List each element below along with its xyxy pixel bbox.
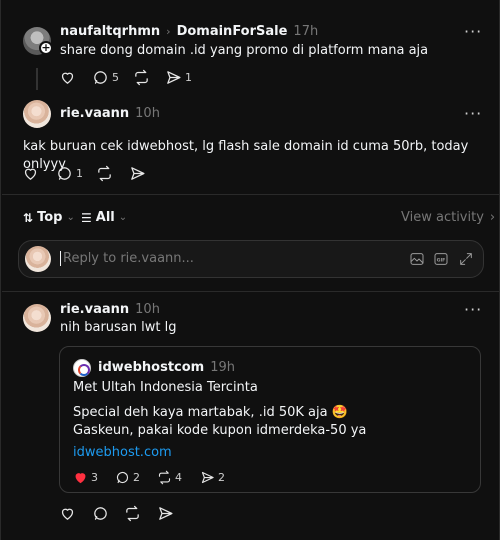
sort-icon: ⇅ (23, 210, 34, 225)
nested-reply-header: rie.vaann 10h (60, 302, 160, 317)
avatar[interactable] (23, 304, 51, 332)
thread-panel: + naufaltqrhmn › DomainForSale 17h ··· s… (0, 0, 500, 540)
comment-button[interactable]: 1 (56, 165, 83, 182)
share-icon (167, 71, 181, 84)
share-button[interactable]: 2 (200, 470, 225, 485)
community-name[interactable]: DomainForSale (177, 24, 288, 39)
filter-icon: ☰ (81, 210, 92, 225)
chevron-right-icon: › (166, 25, 171, 38)
image-icon[interactable] (409, 251, 425, 267)
comment-button[interactable]: 5 (92, 69, 119, 86)
post-time: 10h (135, 302, 160, 317)
repost-icon (135, 69, 148, 86)
divider (2, 291, 500, 292)
sort-dropdown[interactable]: ⇅ Top ⌄ (23, 210, 75, 225)
post-text: nih barusan lwt lg (60, 320, 177, 335)
share-count: 2 (218, 471, 225, 484)
share-count: 1 (185, 71, 192, 84)
avatar (25, 246, 51, 272)
comment-button[interactable] (92, 505, 109, 522)
chevron-right-icon: › (489, 210, 496, 225)
comment-icon (116, 471, 129, 484)
heart-icon (61, 72, 74, 84)
quoted-line: Met Ultah Indonesia Tercinta (73, 380, 258, 395)
reply-count: 2 (133, 471, 140, 484)
quoted-link[interactable]: idwebhost.com (73, 445, 172, 460)
chevron-down-icon: ⌄ (118, 212, 128, 223)
heart-icon (24, 168, 37, 180)
share-icon (159, 507, 173, 520)
share-icon (131, 167, 145, 180)
chevron-down-icon: ⌄ (66, 212, 75, 223)
thread-line (36, 68, 38, 90)
repost-icon (98, 165, 111, 182)
reply-composer[interactable]: GIF (18, 240, 484, 278)
like-button[interactable]: 3 (73, 470, 98, 485)
divider (2, 194, 500, 195)
author-name[interactable]: rie.vaann (60, 302, 129, 317)
share-button[interactable] (129, 165, 146, 182)
svg-text:GIF: GIF (437, 257, 446, 263)
comment-button[interactable]: 2 (115, 470, 140, 485)
post-text: share dong domain .id yang promo di plat… (60, 43, 429, 58)
filter-dropdown[interactable]: ☰ All ⌄ (81, 210, 127, 225)
comment-icon (94, 507, 107, 520)
like-button[interactable] (59, 505, 76, 522)
repost-button[interactable] (96, 165, 113, 182)
root-post-header: naufaltqrhmn › DomainForSale 17h (60, 24, 318, 39)
view-activity-label: View activity (401, 210, 484, 225)
like-button[interactable] (59, 69, 76, 86)
share-icon (201, 471, 214, 484)
like-button[interactable] (22, 165, 39, 182)
like-count: 3 (91, 471, 98, 484)
post-text: kak buruan cek idwebhost, lg flash sale … (23, 139, 469, 172)
more-icon[interactable]: ··· (464, 300, 482, 319)
quoted-header: idwebhostcom 19h (98, 360, 235, 375)
quoted-time: 19h (210, 360, 235, 375)
reply-input[interactable] (60, 251, 360, 266)
author-name[interactable]: naufaltqrhmn (60, 24, 160, 39)
repost-icon (158, 470, 171, 485)
repost-button[interactable]: 4 (157, 470, 182, 485)
post-time: 10h (135, 106, 160, 121)
repost-button[interactable] (124, 505, 141, 522)
heart-icon (61, 508, 74, 520)
quoted-line: Gaskeun, pakai kode kupon idmerdeka-50 y… (73, 423, 367, 438)
quoted-author[interactable]: idwebhostcom (98, 360, 204, 375)
expand-icon[interactable] (458, 251, 474, 267)
reply-post-header: rie.vaann 10h (60, 106, 160, 121)
sort-label: Top (37, 210, 63, 225)
avatar[interactable] (23, 100, 51, 128)
comment-icon (94, 71, 107, 84)
repost-button[interactable] (133, 69, 150, 86)
view-activity-link[interactable]: View activity › (401, 210, 495, 225)
follow-plus-icon[interactable]: + (39, 41, 53, 55)
heart-icon (75, 473, 86, 484)
filter-label: All (95, 210, 115, 225)
more-icon[interactable]: ··· (464, 22, 482, 41)
share-button[interactable] (157, 505, 174, 522)
quoted-line: Special deh kaya martabak, .id 50K aja 🤩 (73, 405, 348, 420)
reply-count: 1 (76, 167, 83, 180)
quoted-avatar (73, 359, 91, 377)
repost-count: 4 (175, 471, 182, 484)
share-button[interactable]: 1 (165, 69, 192, 86)
quoted-post[interactable]: idwebhostcom 19h Met Ultah Indonesia Ter… (59, 346, 481, 493)
gif-icon[interactable]: GIF (433, 251, 449, 267)
comment-icon (58, 167, 71, 180)
author-name[interactable]: rie.vaann (60, 106, 129, 121)
post-time: 17h (293, 24, 319, 39)
repost-icon (126, 505, 139, 522)
more-icon[interactable]: ··· (464, 104, 482, 123)
reply-count: 5 (112, 71, 119, 84)
